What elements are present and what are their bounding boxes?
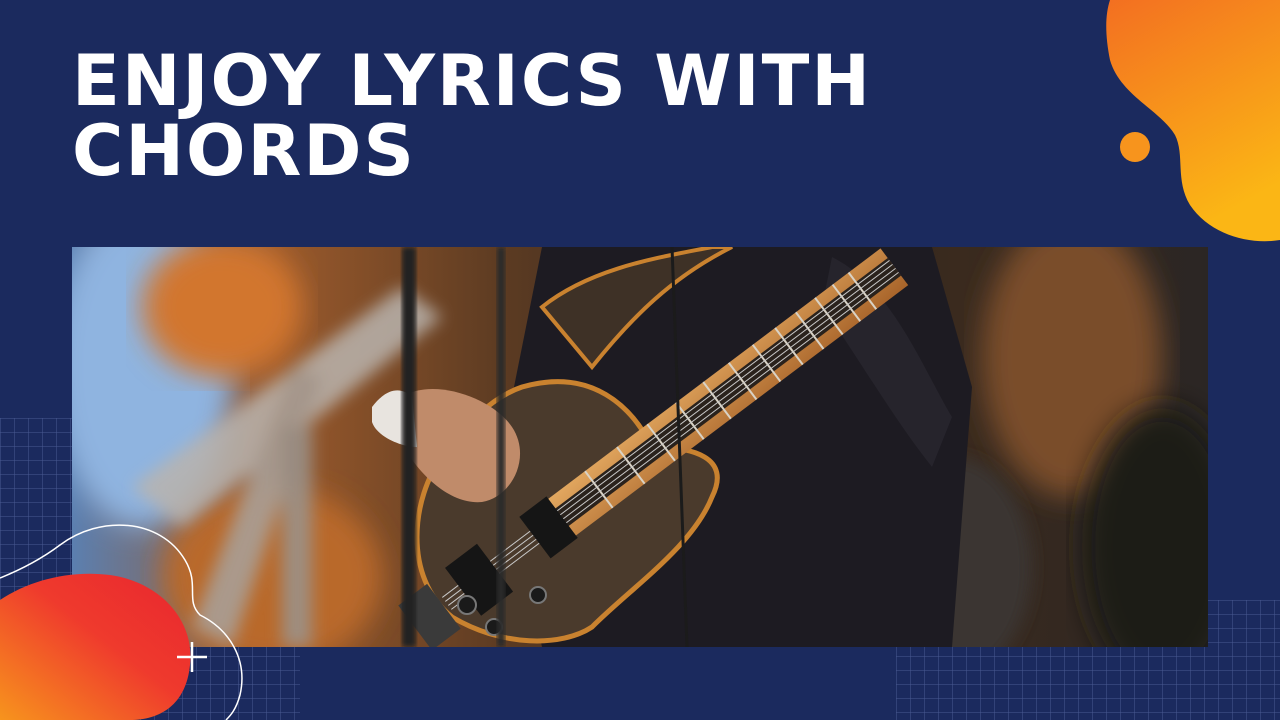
orange-dot [1120,132,1150,162]
orange-blob-top-right [1106,0,1280,242]
red-blob-bottom-left [0,524,243,720]
promo-banner: ENJOY LYRICS WITH CHORDS [0,0,1280,720]
headline-line-1: ENJOY LYRICS WITH [72,40,872,122]
headline-line-2: CHORDS [72,110,416,192]
headline: ENJOY LYRICS WITH CHORDS [72,46,872,186]
